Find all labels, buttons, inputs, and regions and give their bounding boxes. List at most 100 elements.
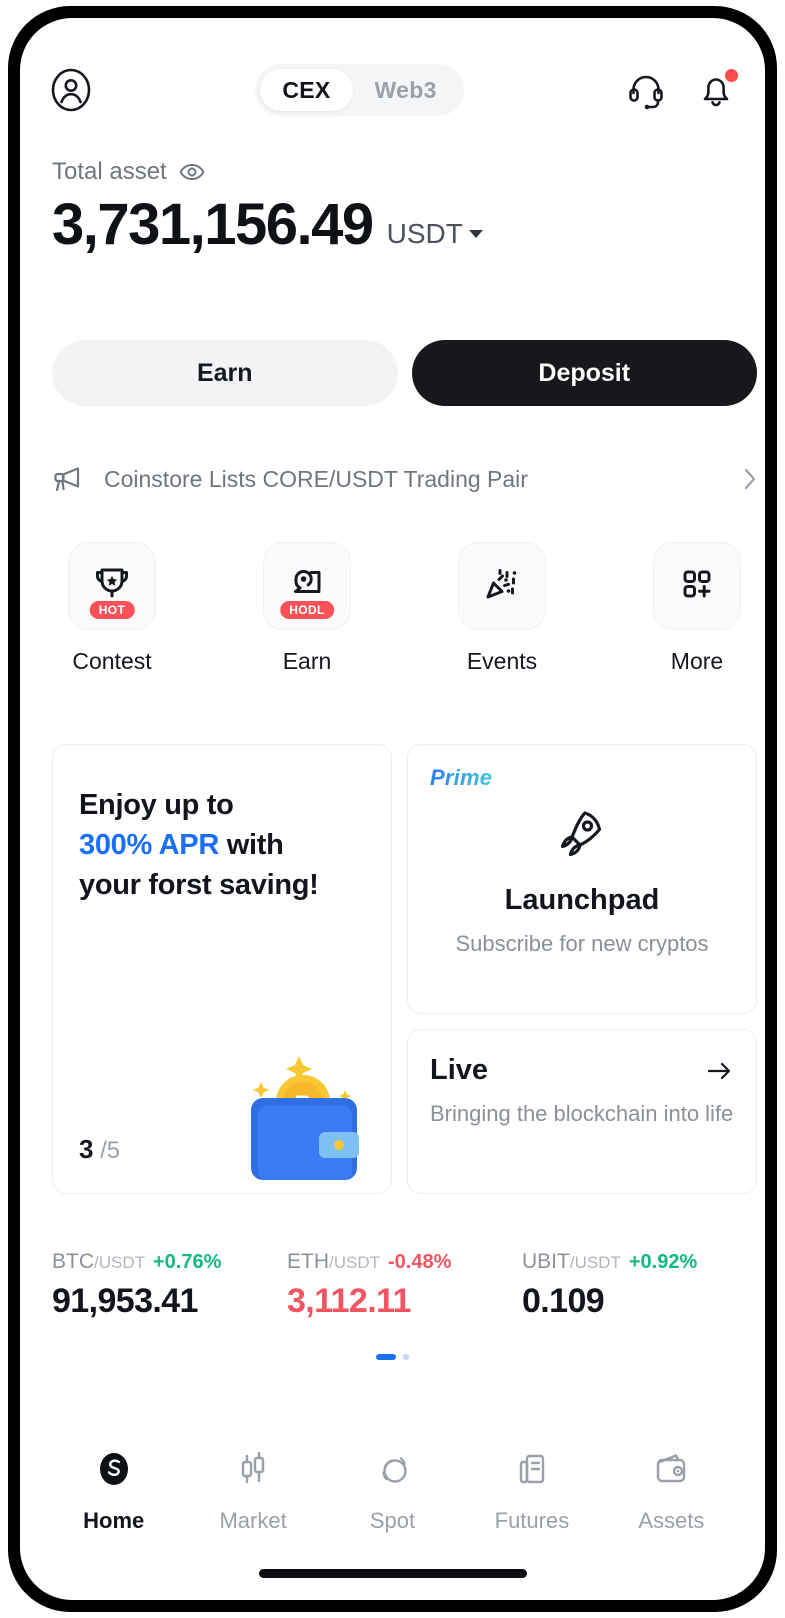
eye-icon[interactable] — [179, 163, 205, 181]
currency-label: USDT — [386, 218, 463, 249]
launchpad-card[interactable]: Prime Launchpad Subscribe for new crypto… — [407, 744, 757, 1014]
nav-label-assets: Assets — [638, 1507, 705, 1533]
app-screen: CEX Web3 Total asset 3,731,156.49 USDT E… — [20, 18, 765, 1600]
quick-action-more[interactable]: More — [637, 542, 757, 675]
ticker-btc[interactable]: BTC /USDT +0.76% 91,953.41 — [52, 1250, 287, 1321]
home-logo-icon — [92, 1447, 136, 1496]
quick-action-events[interactable]: Events — [442, 542, 562, 675]
apr-promo-card[interactable]: Enjoy up to 300% APR with your forst sav… — [52, 744, 392, 1194]
deposit-button[interactable]: Deposit — [411, 340, 757, 406]
ticker-ubit-header: UBIT /USDT +0.92% — [522, 1250, 757, 1274]
right-cards-column: Prime Launchpad Subscribe for new crypto… — [407, 744, 757, 1194]
tab-web3[interactable]: Web3 — [353, 69, 459, 111]
carousel-dot[interactable] — [403, 1354, 409, 1360]
nav-label-spot: Spot — [369, 1507, 416, 1533]
nav-item-futures[interactable]: Futures — [462, 1447, 601, 1534]
live-card-header: Live — [430, 1054, 734, 1087]
contest-badge: HOT — [89, 601, 135, 619]
promo-cards-grid: Enjoy up to 300% APR with your forst sav… — [52, 744, 757, 1194]
ticker-eth-change: -0.48% — [388, 1251, 452, 1273]
ticker-btc-change: +0.76% — [153, 1251, 222, 1273]
nav-item-spot[interactable]: Spot — [323, 1447, 462, 1534]
promo-page-current: 3 — [79, 1134, 94, 1164]
user-circle-icon[interactable] — [48, 67, 94, 113]
grid-plus-icon — [672, 559, 722, 614]
confetti-icon — [477, 559, 527, 614]
nav-item-assets[interactable]: Assets — [602, 1447, 741, 1534]
carousel-dot-active[interactable] — [376, 1354, 396, 1360]
promo-accent: 300% APR — [79, 829, 219, 862]
launchpad-subtitle: Subscribe for new cryptos — [455, 931, 709, 956]
phone-frame: CEX Web3 Total asset 3,731,156.49 USDT E… — [8, 6, 777, 1612]
cex-web3-toggle[interactable]: CEX Web3 — [255, 64, 464, 116]
wallet-icon — [649, 1447, 693, 1496]
contest-tile[interactable]: HOT — [68, 542, 156, 630]
ticker-ubit-quote: /USDT — [569, 1253, 621, 1272]
chevron-right-icon[interactable] — [743, 467, 757, 491]
ticker-eth-base: ETH — [287, 1250, 329, 1273]
chevron-down-icon — [468, 230, 483, 238]
ticker-row: BTC /USDT +0.76% 91,953.41 ETH /USDT -0.… — [52, 1250, 757, 1321]
nav-item-market[interactable]: Market — [183, 1447, 322, 1534]
contest-label: Contest — [72, 648, 152, 674]
balance-amount-row: 3,731,156.49 USDT — [52, 196, 483, 254]
promo-line2-tail: with — [218, 829, 284, 862]
ticker-eth-header: ETH /USDT -0.48% — [287, 1250, 522, 1274]
earn-tile[interactable]: HODL — [263, 542, 351, 630]
bottom-navigation: Home Market Spot Futures Assets — [20, 1436, 765, 1544]
tab-cex[interactable]: CEX — [260, 69, 353, 111]
balance-section: Total asset 3,731,156.49 USDT — [52, 158, 483, 254]
rocket-icon — [551, 801, 613, 868]
top-bar: CEX Web3 — [20, 54, 765, 126]
launchpad-title: Launchpad — [504, 884, 660, 916]
live-subtitle: Bringing the blockchain into life — [430, 1101, 734, 1126]
events-tile[interactable] — [458, 542, 546, 630]
ticker-ubit-base: UBIT — [522, 1250, 570, 1273]
ticker-btc-base: BTC — [52, 1250, 94, 1273]
ticker-ubit-price: 0.109 — [522, 1282, 605, 1320]
headset-icon[interactable] — [625, 69, 667, 111]
megaphone-icon — [52, 464, 86, 494]
earn-button[interactable]: Earn — [52, 340, 398, 406]
more-label: More — [670, 648, 724, 674]
ticker-ubit-change: +0.92% — [628, 1251, 698, 1273]
ticker-btc-price: 91,953.41 — [52, 1282, 198, 1320]
balance-label-row: Total asset — [52, 158, 483, 186]
swap-circles-icon — [371, 1447, 415, 1496]
home-indicator — [258, 1569, 527, 1578]
document-icon — [510, 1447, 554, 1496]
bell-icon[interactable] — [695, 69, 738, 111]
announcement-banner[interactable]: Coinstore Lists CORE/USDT Trading Pair — [52, 450, 757, 508]
candlestick-icon — [231, 1447, 275, 1496]
ticker-eth[interactable]: ETH /USDT -0.48% 3,112.11 — [287, 1250, 522, 1321]
announcement-text: Coinstore Lists CORE/USDT Trading Pair — [104, 465, 528, 492]
nav-label-home: Home — [83, 1507, 145, 1533]
wallet-bitcoin-icon: B — [227, 1040, 377, 1185]
ticker-eth-price: 3,112.11 — [287, 1282, 411, 1320]
earn-label: Earn — [282, 648, 332, 674]
nav-label-market: Market — [219, 1507, 287, 1533]
events-label: Events — [466, 648, 538, 674]
ticker-btc-header: BTC /USDT +0.76% — [52, 1250, 287, 1274]
carousel-indicator — [20, 1354, 765, 1360]
ticker-eth-quote: /USDT — [329, 1253, 380, 1272]
quick-action-earn[interactable]: HODL Earn — [247, 542, 367, 675]
live-title: Live — [430, 1054, 489, 1086]
live-card[interactable]: Live Bringing the blockchain into life — [407, 1029, 757, 1194]
promo-page-total: /5 — [100, 1137, 121, 1164]
ticker-ubit[interactable]: UBIT /USDT +0.92% 0.109 — [522, 1250, 757, 1321]
nav-label-futures: Futures — [494, 1507, 570, 1533]
arrow-right-icon[interactable] — [706, 1060, 734, 1082]
currency-selector[interactable]: USDT — [387, 218, 483, 254]
quick-action-contest[interactable]: HOT Contest — [52, 542, 172, 675]
more-tile[interactable] — [653, 542, 741, 630]
notification-dot — [725, 69, 738, 82]
total-asset-label: Total asset — [52, 158, 167, 185]
promo-line1: Enjoy up to — [79, 789, 234, 821]
promo-heading: Enjoy up to 300% APR with your forst sav… — [79, 785, 391, 905]
earn-badge: HODL — [280, 601, 334, 619]
nav-item-home[interactable]: Home — [44, 1447, 183, 1534]
prime-tag: Prime — [430, 765, 493, 790]
quick-actions: HOT Contest HODL Earn Events More — [52, 542, 757, 675]
total-asset-amount: 3,731,156.49 — [52, 192, 374, 257]
